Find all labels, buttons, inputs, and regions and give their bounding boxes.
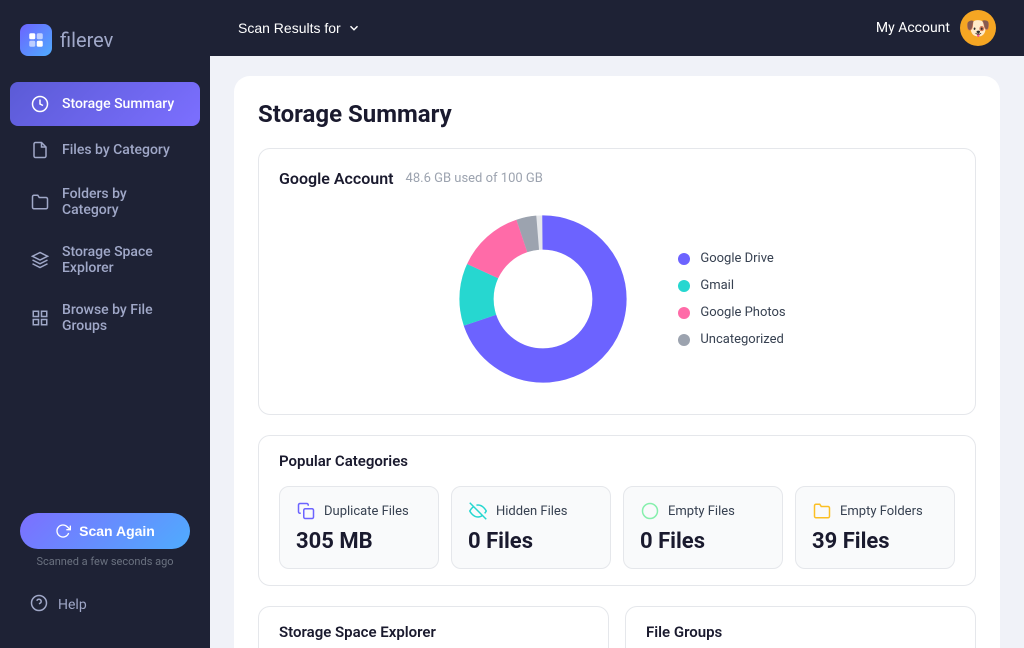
donut-legend: Google Drive Gmail Google Photos Un: [678, 251, 785, 347]
google-account-header: Google Account 48.6 GB used of 100 GB: [279, 169, 955, 188]
topbar: Scan Results for My Account 🐶: [210, 0, 1024, 56]
popular-categories-title: Popular Categories: [279, 452, 955, 470]
legend-item-uncategorized: Uncategorized: [678, 332, 785, 347]
sidebar-item-storage-space-explorer-label: Storage Space Explorer: [62, 244, 180, 276]
google-account-title: Google Account: [279, 169, 394, 188]
sidebar-item-browse-by-file-groups-label: Browse by File Groups: [62, 302, 180, 334]
legend-item-gmail: Gmail: [678, 278, 785, 293]
sidebar-nav: Storage Summary Files by Category Folder…: [0, 80, 210, 348]
sidebar-item-browse-by-file-groups[interactable]: Browse by File Groups: [10, 290, 200, 346]
clock-icon: [30, 94, 50, 114]
sidebar-item-folders-by-category[interactable]: Folders by Category: [10, 174, 200, 230]
sidebar-item-storage-space-explorer[interactable]: Storage Space Explorer: [10, 232, 200, 288]
scan-section: Scan Again Scanned a few seconds ago: [0, 513, 210, 578]
storage-space-explorer-card: Storage Space Explorer: [258, 606, 609, 648]
logo: filerev: [0, 16, 210, 80]
legend-dot-gmail: [678, 280, 690, 292]
folder-icon: [30, 192, 50, 212]
empty-folders-value: 39 Files: [812, 529, 938, 554]
hidden-files-value: 0 Files: [468, 529, 594, 554]
page-title: Storage Summary: [258, 100, 976, 128]
scan-results-label: Scan Results for: [238, 20, 341, 36]
duplicate-files-icon: [296, 501, 316, 521]
page-card: Storage Summary Google Account 48.6 GB u…: [234, 76, 1000, 648]
legend-label-gmail: Gmail: [700, 278, 734, 293]
scan-again-button[interactable]: Scan Again: [20, 513, 190, 549]
account-section: My Account 🐶: [876, 10, 996, 46]
scan-status: Scanned a few seconds ago: [36, 555, 173, 568]
content-area: Storage Summary Google Account 48.6 GB u…: [210, 56, 1024, 648]
duplicate-files-label: Duplicate Files: [324, 504, 409, 519]
category-card-hidden-files[interactable]: Hidden Files 0 Files: [451, 486, 611, 569]
account-label: My Account: [876, 20, 950, 36]
sidebar-item-files-by-category-label: Files by Category: [62, 142, 170, 158]
bottom-grid: Storage Space Explorer: [258, 606, 976, 648]
file-groups-title: File Groups: [646, 623, 955, 641]
category-header-hidden: Hidden Files: [468, 501, 594, 521]
legend-label-google-drive: Google Drive: [700, 251, 773, 266]
google-account-card: Google Account 48.6 GB used of 100 GB: [258, 148, 976, 415]
layers-icon: [30, 250, 50, 270]
sidebar-item-folders-by-category-label: Folders by Category: [62, 186, 180, 218]
file-icon: [30, 140, 50, 160]
legend-dot-google-photos: [678, 307, 690, 319]
sidebar-item-storage-summary-label: Storage Summary: [62, 96, 174, 112]
logo-icon: [20, 24, 52, 56]
legend-dot-uncategorized: [678, 334, 690, 346]
help-label: Help: [58, 597, 87, 613]
sidebar: filerev Storage Summary Files by Categor…: [0, 0, 210, 648]
popular-categories-section: Popular Categories Duplicate Files 305 M…: [258, 435, 976, 586]
empty-folders-icon: [812, 501, 832, 521]
legend-label-google-photos: Google Photos: [700, 305, 785, 320]
category-card-empty-files[interactable]: Empty Files 0 Files: [623, 486, 783, 569]
storage-space-explorer-title: Storage Space Explorer: [279, 623, 588, 641]
main-content: Scan Results for My Account 🐶 Storage Su…: [210, 0, 1024, 648]
scan-button-label: Scan Again: [79, 523, 155, 539]
legend-label-uncategorized: Uncategorized: [700, 332, 783, 347]
category-header-duplicate: Duplicate Files: [296, 501, 422, 521]
legend-item-google-drive: Google Drive: [678, 251, 785, 266]
legend-dot-google-drive: [678, 253, 690, 265]
avatar: 🐶: [960, 10, 996, 46]
sidebar-item-files-by-category[interactable]: Files by Category: [10, 128, 200, 172]
category-header-empty-files: Empty Files: [640, 501, 766, 521]
donut-section: Google Drive Gmail Google Photos Un: [279, 204, 955, 394]
help-icon: [30, 594, 48, 616]
empty-files-icon: [640, 501, 660, 521]
legend-item-google-photos: Google Photos: [678, 305, 785, 320]
category-card-duplicate-files[interactable]: Duplicate Files 305 MB: [279, 486, 439, 569]
hidden-files-icon: [468, 501, 488, 521]
categories-grid: Duplicate Files 305 MB Hidden Files: [279, 486, 955, 569]
storage-info: 48.6 GB used of 100 GB: [406, 171, 543, 186]
file-groups-card: File Groups: [625, 606, 976, 648]
help-item[interactable]: Help: [10, 582, 200, 628]
logo-text: filerev: [60, 28, 113, 52]
empty-folders-label: Empty Folders: [840, 504, 923, 519]
empty-files-value: 0 Files: [640, 529, 766, 554]
category-card-empty-folders[interactable]: Empty Folders 39 Files: [795, 486, 955, 569]
scan-results-button[interactable]: Scan Results for: [238, 20, 361, 36]
sidebar-item-storage-summary[interactable]: Storage Summary: [10, 82, 200, 126]
duplicate-files-value: 305 MB: [296, 529, 422, 554]
category-header-empty-folders: Empty Folders: [812, 501, 938, 521]
donut-chart: [448, 204, 638, 394]
hidden-files-label: Hidden Files: [496, 504, 568, 519]
empty-files-label: Empty Files: [668, 504, 735, 519]
grid-icon: [30, 308, 50, 328]
